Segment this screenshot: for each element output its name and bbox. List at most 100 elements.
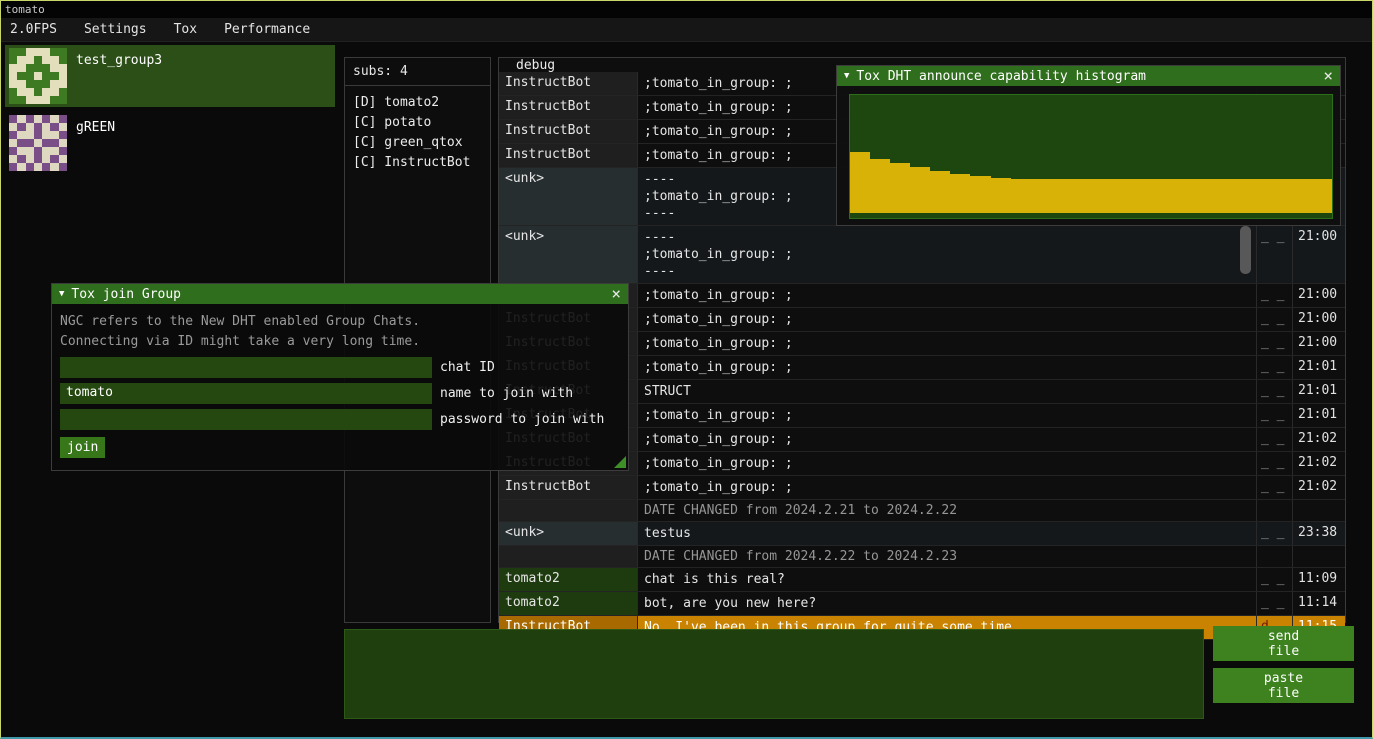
window-titlebar[interactable]: tomato: [1, 1, 1372, 18]
chat-message-row[interactable]: tomato2chat is this real?_ _11:09: [499, 568, 1345, 592]
sender-name: <unk>: [499, 522, 638, 545]
histogram-bar: [1071, 179, 1091, 213]
collapse-arrow-icon[interactable]: ▼: [59, 289, 64, 299]
chat-id-input[interactable]: [60, 357, 432, 378]
chat-system-row: DATE CHANGED from 2024.2.22 to 2024.2.23: [499, 546, 1345, 568]
resize-grip-icon[interactable]: [614, 456, 626, 468]
chat-scrollbar[interactable]: [1240, 226, 1251, 274]
histogram-bar: [1211, 179, 1231, 213]
join-fields: chat ID tomatoname to join with password t…: [60, 357, 620, 430]
sender-name: tomato2: [499, 568, 638, 591]
collapse-arrow-icon[interactable]: ▼: [844, 71, 849, 81]
histogram-bar: [950, 174, 970, 213]
message-flags: [1257, 546, 1293, 567]
sender-name: [499, 546, 638, 567]
histogram-bar: [1272, 179, 1292, 213]
app-window: tomato 2.0FPSSettingsToxPerformance test…: [0, 0, 1373, 739]
message-time: 21:02: [1293, 428, 1345, 451]
tab-debug[interactable]: debug: [516, 58, 555, 73]
histogram-bar: [1312, 179, 1332, 213]
member-list: [D] tomato2[C] potato[C] green_qtox[C] I…: [353, 93, 482, 173]
join-field-row: tomatoname to join with: [60, 383, 620, 404]
histogram-bar: [1292, 179, 1312, 213]
send-file-button[interactable]: send file: [1213, 626, 1354, 661]
message-input[interactable]: [344, 629, 1204, 719]
message-text: chat is this real?: [638, 568, 1257, 591]
message-text: testus: [638, 522, 1257, 545]
join-field-row: password to join with: [60, 409, 620, 430]
message-text: ----;tomato_in_group: ;----: [638, 226, 1257, 283]
message-time: [1293, 500, 1345, 521]
system-message: DATE CHANGED from 2024.2.22 to 2024.2.23: [638, 546, 1257, 567]
message-text: bot, are you new here?: [638, 592, 1257, 615]
join-window-body: NGC refers to the New DHT enabled Group …: [52, 304, 628, 466]
member-c-potato[interactable]: [C] potato: [353, 113, 482, 133]
chat-message-row[interactable]: InstructBot;tomato_in_group: ;_ _21:02: [499, 476, 1345, 500]
message-text: ;tomato_in_group: ;: [638, 356, 1257, 379]
sender-name: <unk>: [499, 168, 638, 225]
histogram-bar: [910, 167, 930, 213]
close-icon[interactable]: ×: [611, 287, 621, 301]
message-text: ;tomato_in_group: ;: [638, 476, 1257, 499]
member-d-tomato2[interactable]: [D] tomato2: [353, 93, 482, 113]
message-text: ;tomato_in_group: ;: [638, 428, 1257, 451]
group-name: gREEN: [76, 115, 115, 135]
histogram-bar: [1151, 179, 1171, 213]
send-file-label: file: [1268, 644, 1299, 659]
ngc-info-text: Connecting via ID might take a very long…: [60, 332, 620, 352]
message-text: ;tomato_in_group: ;: [638, 404, 1257, 427]
join-field-row: chat ID: [60, 357, 620, 378]
message-flags: _ _: [1257, 592, 1293, 615]
menu-bar: 2.0FPSSettingsToxPerformance: [1, 18, 1372, 42]
message-flags: _ _: [1257, 308, 1293, 331]
sender-name: tomato2: [499, 592, 638, 615]
system-message: DATE CHANGED from 2024.2.21 to 2024.2.22: [638, 500, 1257, 521]
chat-message-row[interactable]: tomato2bot, are you new here?_ _11:14: [499, 592, 1345, 616]
close-icon[interactable]: ×: [1323, 69, 1333, 83]
message-time: 23:38: [1293, 522, 1345, 545]
paste-file-button[interactable]: paste file: [1213, 668, 1354, 703]
message-text: ;tomato_in_group: ;: [638, 332, 1257, 355]
message-flags: [1257, 500, 1293, 521]
message-time: 21:00: [1293, 226, 1345, 283]
message-time: 11:14: [1293, 592, 1345, 615]
message-time: 21:01: [1293, 356, 1345, 379]
name-to-join-with-input[interactable]: tomato: [60, 383, 432, 404]
member-c-green-qtox[interactable]: [C] green_qtox: [353, 133, 482, 153]
message-time: 11:09: [1293, 568, 1345, 591]
ngc-info-text: NGC refers to the New DHT enabled Group …: [60, 312, 620, 332]
message-flags: _ _: [1257, 476, 1293, 499]
member-c-instructbot[interactable]: [C] InstructBot: [353, 153, 482, 173]
sender-name: InstructBot: [499, 120, 638, 143]
chat-message-row[interactable]: <unk>----;tomato_in_group: ;----_ _21:00: [499, 226, 1345, 284]
group-avatar: [9, 48, 67, 104]
histogram-bar: [1051, 179, 1071, 213]
group-item-green[interactable]: gREEN: [5, 112, 335, 174]
message-time: [1293, 546, 1345, 567]
histogram-window-titlebar[interactable]: ▼ Tox DHT announce capability histogram …: [837, 66, 1340, 86]
message-flags: _ _: [1257, 356, 1293, 379]
password-to-join-with-input[interactable]: [60, 409, 432, 430]
histogram-bar: [1231, 179, 1251, 213]
menu-item-tox[interactable]: Tox: [165, 18, 206, 41]
histogram-bar: [991, 178, 1011, 213]
group-name: test_group3: [76, 48, 162, 68]
join-window-titlebar[interactable]: ▼ Tox join Group ×: [52, 284, 628, 304]
message-flags: _ _: [1257, 226, 1293, 283]
message-flags: _ _: [1257, 284, 1293, 307]
histogram-window-title: Tox DHT announce capability histogram: [856, 69, 1316, 84]
histogram-bar: [1091, 179, 1111, 213]
chat-message-row[interactable]: <unk>testus_ _23:38: [499, 522, 1345, 546]
message-time: 21:00: [1293, 284, 1345, 307]
message-text: STRUCT: [638, 380, 1257, 403]
histogram-bar: [1111, 179, 1131, 213]
group-item-test-group3[interactable]: test_group3: [5, 45, 335, 107]
menu-item-settings[interactable]: Settings: [75, 18, 156, 41]
histogram-plot: [849, 94, 1333, 219]
histogram-bar: [850, 152, 870, 213]
paste-file-label: file: [1268, 686, 1299, 701]
join-button[interactable]: join: [60, 437, 105, 458]
histogram-bar: [1252, 179, 1272, 213]
histogram-bar: [890, 163, 910, 213]
menu-item-performance[interactable]: Performance: [215, 18, 319, 41]
